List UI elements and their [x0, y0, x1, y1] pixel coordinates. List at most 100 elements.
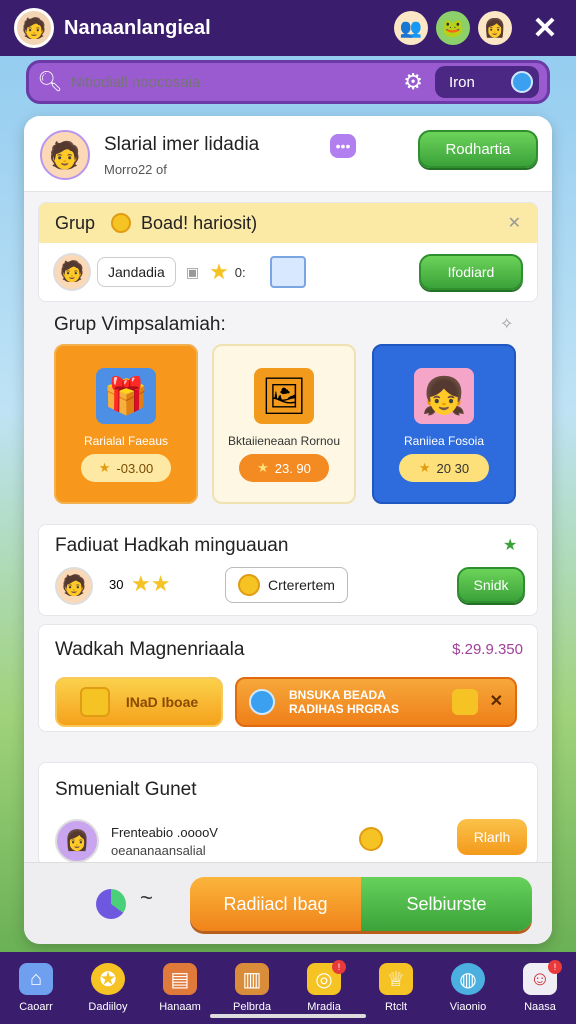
search-bar: 🔍︎ ⚙ Iron [26, 60, 550, 104]
market-right-line1: BNSUKA BEADA [289, 688, 386, 702]
nav-item-chef[interactable]: ☺ ! Naasa [504, 952, 576, 1024]
quest-title: Fadiuat Hadkah minguauan [55, 535, 289, 556]
close-button[interactable]: ✕ [528, 11, 562, 46]
nav-label: Dadiiloy [88, 1001, 128, 1013]
market-card: Wadkah Magnenriaala $.29.9.350 INaD Iboa… [38, 624, 538, 732]
quest-action-button[interactable]: Snidk [457, 567, 525, 603]
grup-board: Boad! hariosit) [141, 212, 258, 233]
price-button[interactable]: ★ 20 30 [399, 454, 489, 482]
nav-label: Viaonio [449, 1001, 487, 1013]
star-icon: ★ [503, 537, 518, 554]
globe-icon: ◍ [451, 963, 485, 995]
chat-icon[interactable]: ••• [330, 134, 356, 158]
nav-item-trophy[interactable]: ♕ Rtclt [360, 952, 432, 1024]
nav-label: Mradia [307, 1001, 341, 1013]
profile-action-button[interactable]: Rodhartia [418, 130, 538, 168]
market-right-text: BNSUKA BEADA RADIHAS HRGRAS [289, 688, 399, 716]
frog-icon[interactable]: 🐸 [436, 11, 470, 45]
coin-icon [238, 574, 260, 596]
search-input[interactable] [71, 73, 404, 91]
market-right-bar[interactable]: BNSUKA BEADA RADIHAS HRGRAS ✕ [235, 677, 517, 727]
cta-right-button[interactable]: Selbiurste [361, 877, 532, 931]
loading-icon [96, 889, 126, 919]
nav-item-globe[interactable]: ◍ Viaonio [432, 952, 504, 1024]
quest-avatar[interactable]: 🧑 [55, 567, 93, 605]
home-indicator [210, 1014, 366, 1018]
member-avatar[interactable]: 🧑 [53, 253, 91, 291]
nav-item-home[interactable]: ⌂ Caoarr [0, 952, 72, 1024]
grup-action-button[interactable]: Ifodiard [419, 254, 523, 290]
price-button[interactable]: ★ 23. 90 [239, 454, 329, 482]
trophy-icon: ♕ [379, 963, 413, 995]
grup-card: Grup Boad! hariosit) ✕ 🧑 Jandadia ▣ ★ 0:… [38, 202, 538, 302]
star-icon: ★ [209, 259, 229, 284]
character-icon[interactable]: 👩 [478, 11, 512, 45]
member-pill[interactable]: Jandadia [97, 257, 176, 287]
info-icon [511, 71, 533, 93]
sparkle-icon: ✧ [500, 316, 514, 333]
badge-icon [451, 689, 478, 715]
nav-item-book[interactable]: ▤ Hanaam [144, 952, 216, 1024]
card-label: Bktaiieneaan Rornou [227, 434, 341, 448]
character-icon: 👧 [414, 368, 474, 424]
shop-title: Grup Vimpsalamiah: [54, 314, 226, 335]
cta-left-button[interactable]: Radiiacl Ibag [190, 877, 361, 931]
close-icon[interactable]: ✕ [490, 694, 503, 710]
profile-card: 🧑 Slarial imer lidadia Morro22 of ••• Ro… [24, 116, 552, 192]
iron-label: Iron [449, 73, 475, 91]
friend-avatar[interactable]: 👩 [55, 819, 99, 863]
main-panel: 🧑 Slarial imer lidadia Morro22 of ••• Ro… [24, 116, 552, 944]
market-left-button[interactable]: INaD Iboae [55, 677, 223, 727]
frame-icon: 🖼 [254, 368, 314, 424]
nav-label: Pelbrda [233, 1001, 271, 1013]
grup-title: Grup [55, 212, 96, 233]
chest-icon: 🎁 [96, 368, 156, 424]
grup-header: Grup Boad! hariosit) ✕ [39, 203, 537, 243]
nav-label: Hanaam [159, 1001, 201, 1013]
quest-card: Fadiuat Hadkah minguauan ★ 🧑 30 ★★ Crter… [38, 524, 538, 616]
cta-button-group: Radiiacl Ibag Selbiurste [190, 877, 532, 931]
friends-icon[interactable]: 👥 [394, 11, 428, 45]
friend-action-button[interactable]: Rlarlh [457, 819, 527, 855]
chest-icon: ▥ [235, 963, 269, 995]
home-icon: ⌂ [19, 963, 53, 995]
close-icon[interactable]: ✕ [508, 213, 521, 233]
grup-row: 🧑 Jandadia ▣ ★ 0: Ifodiard [39, 243, 537, 301]
cube-icon [269, 256, 306, 288]
grup-count: 0: [234, 264, 246, 280]
image-icon: ▣ [185, 263, 200, 280]
quest-pill[interactable]: Crterertem [225, 567, 348, 603]
shop-card-2[interactable]: 🖼 Bktaiieneaan Rornou ★ 23. 90 [212, 344, 356, 504]
friend-line2: oeananaansalial [111, 843, 206, 858]
friend-title: Smuenialt Gunet [55, 779, 197, 800]
book-icon: ▤ [163, 963, 197, 995]
notification-badge: ! [332, 960, 346, 974]
coin-icon [111, 213, 132, 233]
star-icon: ★ [257, 460, 269, 475]
shop-card-3[interactable]: 👧 Raniiea Fosoia ★ 20 30 [372, 344, 516, 504]
user-avatar[interactable]: 🧑 [14, 8, 54, 48]
shop-card-1[interactable]: 🎁 Rarialal Faeaus ★ -03.00 [54, 344, 198, 504]
nav-item-daily[interactable]: ✪ Dadiiloy [72, 952, 144, 1024]
search-icon[interactable]: 🔍︎ [37, 69, 63, 95]
profile-name: Slarial imer lidadia [104, 134, 260, 155]
quest-count: 30 [109, 577, 124, 592]
card-label: Raniiea Fosoia [403, 434, 485, 448]
price-text: -03.00 [116, 460, 154, 476]
iron-button[interactable]: Iron [435, 66, 539, 98]
market-amount: $.29.9.350 [452, 641, 523, 658]
market-right-line2: RADIHAS HRGRAS [289, 702, 400, 716]
info-icon [249, 689, 275, 715]
profile-avatar[interactable]: 🧑 [40, 130, 90, 180]
top-bar: 🧑 Nanaanlangieal 👥 🐸 👩 ✕ [0, 0, 576, 56]
market-left-label: INaD Iboae [125, 694, 199, 710]
gear-icon[interactable]: ⚙ [403, 69, 423, 95]
coin-icon [359, 827, 383, 851]
friend-card: Smuenialt Gunet 👩 Frenteabio .ooooV oean… [38, 762, 538, 866]
price-button[interactable]: ★ -03.00 [81, 454, 171, 482]
cta-area: ~ Radiiacl Ibag Selbiurste [24, 862, 552, 944]
badge-icon [79, 687, 110, 717]
price-text: 20 30 [436, 460, 470, 476]
notification-badge: ! [548, 960, 562, 974]
nav-label: Rtclt [385, 1001, 407, 1013]
